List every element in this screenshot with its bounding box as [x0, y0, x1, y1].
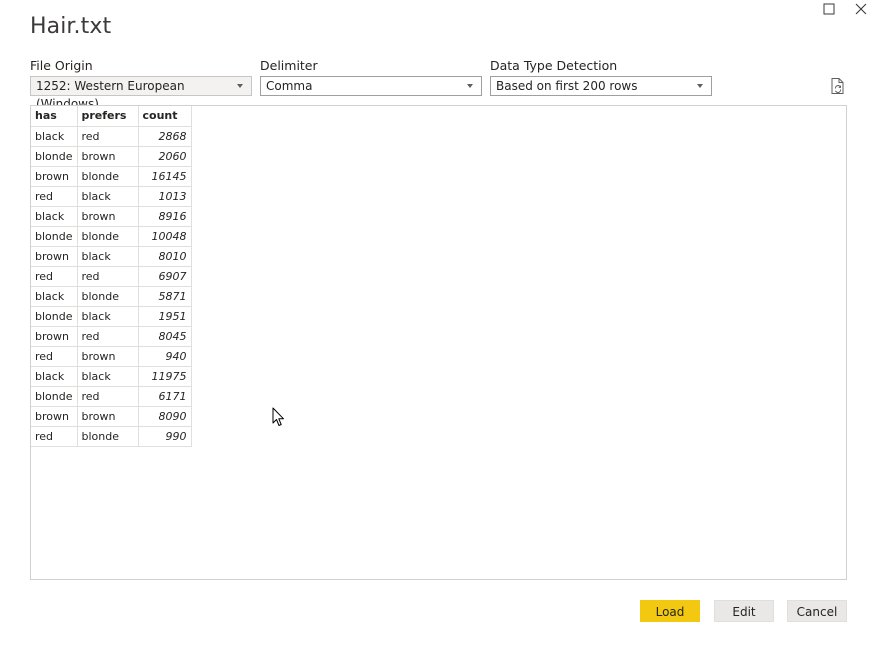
data-type-detection-select[interactable]: Based on first 200 rows: [490, 76, 712, 96]
delimiter-label: Delimiter: [260, 58, 318, 73]
table-row: red brown 940: [31, 345, 192, 367]
cell-has: black: [31, 125, 78, 147]
cell-has: brown: [31, 325, 78, 347]
cell-has: blonde: [31, 385, 78, 407]
cell-prefers: black: [76, 185, 139, 207]
cell-prefers: brown: [76, 345, 139, 367]
table-row: black black 11975: [31, 365, 192, 387]
cell-prefers: blonde: [76, 285, 139, 307]
cell-prefers: blonde: [76, 225, 139, 247]
cell-has: blonde: [31, 305, 78, 327]
cell-count: 940: [137, 345, 192, 367]
cell-prefers: black: [76, 245, 139, 267]
mouse-pointer-icon: [272, 407, 285, 431]
file-origin-label: File Origin: [30, 58, 93, 73]
data-preview-pane: has prefers count black red 2868 blonde bro…: [30, 105, 847, 580]
cell-has: black: [31, 365, 78, 387]
maximize-button[interactable]: [815, 0, 843, 18]
table-header-row: has prefers count: [31, 106, 192, 127]
import-dialog: Hair.txt File Origin 1252: Western Europ…: [0, 0, 872, 650]
cell-has: black: [31, 205, 78, 227]
cell-count: 2868: [137, 125, 192, 147]
table-row: black brown 8916: [31, 205, 192, 227]
table-row: brown brown 8090: [31, 405, 192, 427]
chevron-down-icon: [697, 84, 703, 88]
cell-prefers: blonde: [76, 425, 139, 447]
table-row: black red 2868: [31, 125, 192, 147]
cell-has: black: [31, 285, 78, 307]
cell-has: red: [31, 185, 78, 207]
maximize-icon: [823, 3, 835, 15]
cell-count: 16145: [137, 165, 192, 187]
cell-count: 11975: [137, 365, 192, 387]
column-header-prefers[interactable]: prefers: [76, 106, 139, 127]
cell-count: 8010: [137, 245, 192, 267]
cell-count: 990: [137, 425, 192, 447]
cell-has: brown: [31, 405, 78, 427]
close-icon: [855, 3, 867, 15]
table-row: brown red 8045: [31, 325, 192, 347]
table-row: red red 6907: [31, 265, 192, 287]
table-row: red blonde 990: [31, 425, 192, 447]
cell-count: 8090: [137, 405, 192, 427]
close-button[interactable]: [847, 0, 872, 18]
delimiter-value: Comma: [266, 79, 313, 93]
edit-button[interactable]: Edit: [714, 600, 774, 622]
cell-has: blonde: [31, 225, 78, 247]
cell-prefers: red: [76, 265, 139, 287]
cell-count: 10048: [137, 225, 192, 247]
load-button[interactable]: Load: [640, 600, 700, 622]
cell-count: 1013: [137, 185, 192, 207]
cell-prefers: black: [76, 305, 139, 327]
data-preview-table: has prefers count black red 2868 blonde bro…: [31, 106, 192, 447]
cell-count: 8045: [137, 325, 192, 347]
cell-prefers: red: [76, 125, 139, 147]
cell-prefers: red: [76, 325, 139, 347]
cell-count: 2060: [137, 145, 192, 167]
table-row: blonde blonde 10048: [31, 225, 192, 247]
cell-prefers: black: [76, 365, 139, 387]
table-row: blonde black 1951: [31, 305, 192, 327]
dialog-title: Hair.txt: [30, 14, 112, 39]
refresh-file-icon: [831, 78, 844, 94]
cell-has: blonde: [31, 145, 78, 167]
cell-count: 1951: [137, 305, 192, 327]
cell-count: 5871: [137, 285, 192, 307]
cell-prefers: brown: [76, 205, 139, 227]
delimiter-select[interactable]: Comma: [260, 76, 482, 96]
table-row: black blonde 5871: [31, 285, 192, 307]
cell-has: red: [31, 265, 78, 287]
table-row: brown blonde 16145: [31, 165, 192, 187]
chevron-down-icon: [467, 84, 473, 88]
cell-prefers: brown: [76, 405, 139, 427]
cancel-button[interactable]: Cancel: [787, 600, 847, 622]
cell-has: red: [31, 425, 78, 447]
table-row: blonde red 6171: [31, 385, 192, 407]
chevron-down-icon: [237, 84, 243, 88]
cell-count: 6171: [137, 385, 192, 407]
data-type-detection-value: Based on first 200 rows: [496, 79, 638, 93]
table-row: brown black 8010: [31, 245, 192, 267]
cell-has: brown: [31, 245, 78, 267]
cell-prefers: brown: [76, 145, 139, 167]
column-header-has[interactable]: has: [31, 106, 78, 127]
table-row: blonde brown 2060: [31, 145, 192, 167]
cell-prefers: blonde: [76, 165, 139, 187]
cell-prefers: red: [76, 385, 139, 407]
cell-count: 8916: [137, 205, 192, 227]
cell-has: red: [31, 345, 78, 367]
file-origin-select[interactable]: 1252: Western European (Windows): [30, 76, 252, 111]
column-header-count[interactable]: count: [137, 106, 192, 127]
cell-has: brown: [31, 165, 78, 187]
refresh-file-button[interactable]: [829, 77, 847, 95]
cell-count: 6907: [137, 265, 192, 287]
data-type-detection-label: Data Type Detection: [490, 58, 618, 73]
table-row: red black 1013: [31, 185, 192, 207]
